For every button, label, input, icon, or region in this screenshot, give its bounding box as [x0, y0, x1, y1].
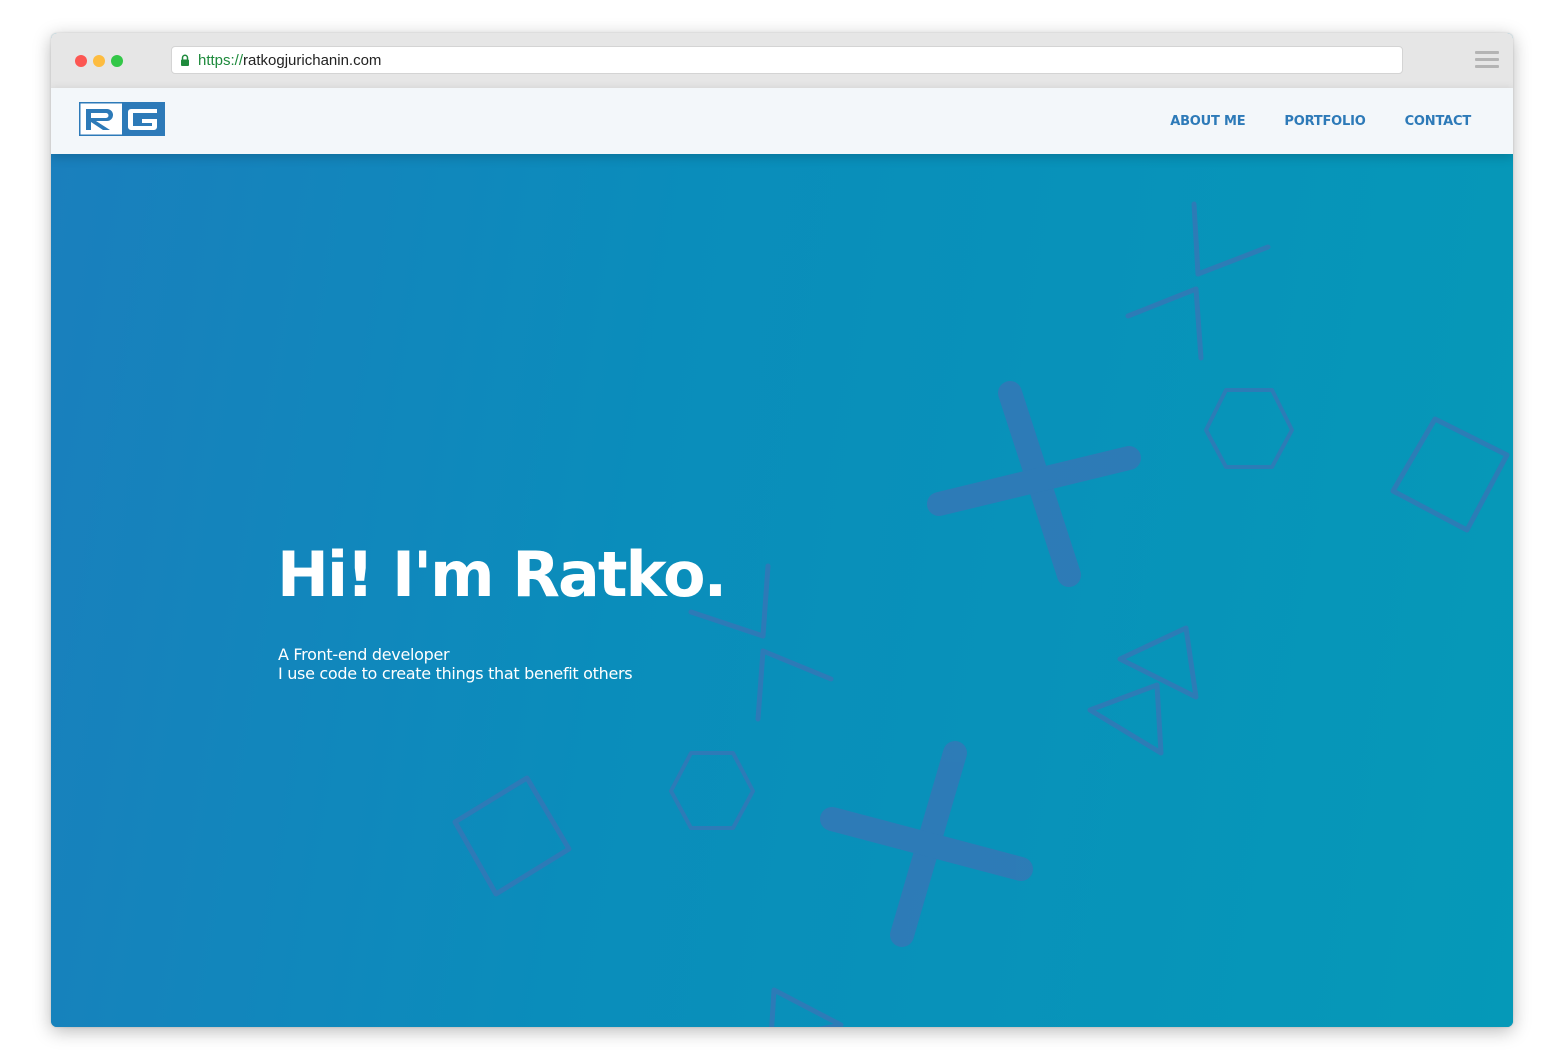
hero-subtitle: A Front-end developer I use code to crea…	[278, 645, 633, 683]
square-shape-lower	[452, 775, 572, 897]
site-header: ABOUT ME PORTFOLIO CONTACT	[51, 88, 1513, 154]
main-nav: ABOUT ME PORTFOLIO CONTACT	[1131, 88, 1471, 154]
triangle-shape-2	[1087, 682, 1164, 756]
browser-toolbar: https://ratkogjurichanin.com	[51, 33, 1513, 89]
hero-section: Hi! I'm Ratko. A Front-end developer I u…	[51, 154, 1513, 1027]
triangle-shape-lower	[769, 987, 844, 1027]
hexagon-shape	[1204, 388, 1294, 469]
address-bar[interactable]: https://ratkogjurichanin.com	[171, 46, 1403, 74]
split-cross-shape	[1125, 201, 1271, 361]
hexagon-shape-lower	[669, 751, 755, 830]
hero-title: Hi! I'm Ratko.	[277, 538, 727, 611]
hero-subtitle-line1: A Front-end developer	[278, 645, 450, 664]
cross-shape-large	[927, 381, 1141, 587]
logo-mark[interactable]	[79, 102, 165, 136]
lock-icon	[181, 54, 189, 66]
menu-icon[interactable]	[1475, 51, 1499, 71]
url-scheme: https://	[198, 51, 244, 69]
browser-window: https://ratkogjurichanin.com ABOUT ME PO…	[51, 33, 1513, 1027]
nav-about-me[interactable]: ABOUT ME	[1170, 114, 1245, 129]
maximize-window-button[interactable]	[111, 55, 123, 67]
nav-portfolio[interactable]: PORTFOLIO	[1284, 114, 1365, 129]
decorative-shapes	[452, 201, 1510, 1027]
close-window-button[interactable]	[75, 55, 87, 67]
nav-contact[interactable]: CONTACT	[1405, 114, 1472, 129]
cross-shape-lower	[820, 741, 1033, 947]
minimize-window-button[interactable]	[93, 55, 105, 67]
url-host: ratkogjurichanin.com	[243, 51, 382, 69]
square-shape	[1390, 416, 1510, 533]
hero-subtitle-line2: I use code to create things that benefit…	[278, 664, 633, 683]
